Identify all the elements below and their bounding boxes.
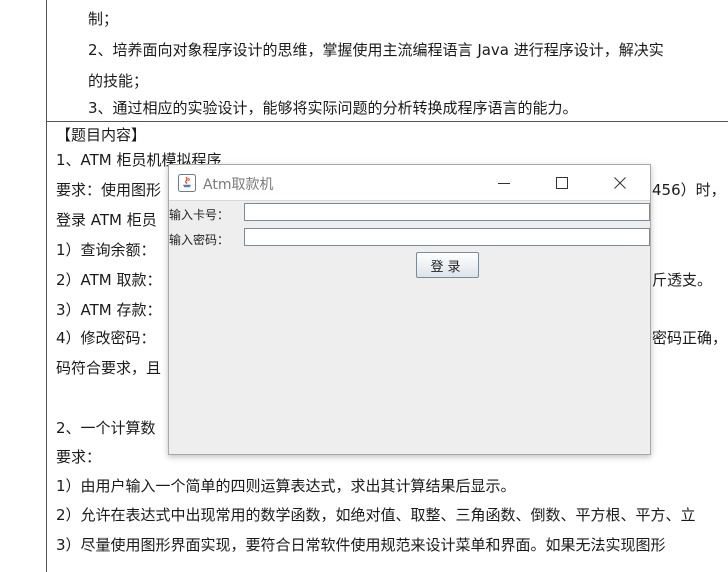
doc-line: 要求：使用图形 (56, 181, 162, 199)
doc-line: 1）由用户输入一个简单的四则运算表达式，求出其计算结果后显示。 (56, 477, 516, 495)
doc-line: 要求： (56, 448, 102, 466)
doc-line: 2、培养面向对象程序设计的思维，掌握使用主流编程语言 Java 进行程序设计，解… (88, 41, 664, 59)
maximize-icon (556, 177, 568, 189)
table-border-divider (46, 121, 728, 122)
minimize-button[interactable] (491, 171, 517, 195)
password-label: 输入密码： (169, 233, 230, 247)
doc-line: 1）查询余额： (56, 241, 156, 259)
doc-line: 的技能； (88, 72, 149, 90)
doc-line: 制； (88, 10, 119, 28)
password-field[interactable] (244, 228, 650, 246)
table-border-left (46, 0, 47, 572)
title-bar[interactable]: Atm取款机 (169, 165, 650, 201)
doc-line: 2）允许在表达式中出现常用的数学函数，如绝对值、取整、三角函数、倒数、平方根、平… (56, 506, 696, 524)
card-number-field[interactable] (244, 203, 650, 221)
doc-line: 3、通过相应的实验设计，能够将实际问题的分析转换成程序语言的能力。 (88, 99, 578, 117)
login-button[interactable]: 登录 (416, 252, 479, 278)
doc-line: 456）时， (652, 181, 726, 199)
doc-line: 码符合要求，且 (56, 359, 162, 377)
doc-line: 密码正确， (652, 329, 728, 347)
doc-line: 2、一个计算数 (56, 419, 156, 437)
close-button[interactable] (607, 171, 633, 195)
java-icon (178, 174, 196, 192)
doc-line: 2）ATM 取款： (56, 271, 162, 289)
doc-line: 4）修改密码： (56, 329, 156, 347)
window-title: Atm取款机 (203, 177, 274, 193)
doc-line: 3）ATM 存款： (56, 301, 162, 319)
maximize-button[interactable] (549, 171, 575, 195)
doc-line: 斤透支。 (652, 271, 713, 289)
doc-line: 3）尽量使用图形界面实现，要符合日常软件使用规范来设计菜单和界面。如果无法实现图… (56, 536, 666, 554)
close-icon (614, 177, 626, 189)
doc-line: 【题目内容】 (56, 126, 147, 144)
card-number-label: 输入卡号： (169, 208, 230, 222)
doc-line: 登录 ATM 柜员 (56, 211, 157, 229)
minimize-icon (498, 183, 510, 184)
atm-window: Atm取款机 输入卡号： 输入密码： 登录 (168, 164, 651, 455)
